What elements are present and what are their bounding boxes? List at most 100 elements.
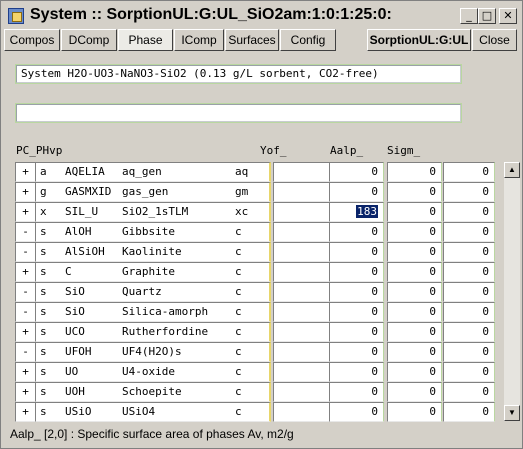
sigm-cell[interactable]: 0 xyxy=(387,322,442,342)
phase-toggle[interactable]: + xyxy=(15,362,35,382)
phase-toggle[interactable]: + xyxy=(15,182,35,202)
extra-cell[interactable]: 0 xyxy=(443,242,495,262)
minimize-button[interactable]: _ xyxy=(460,8,478,24)
phase-toggle[interactable]: - xyxy=(15,342,35,362)
table-row[interactable]: +sUOHSchoepitec0000 xyxy=(15,382,495,402)
aalp-cell[interactable]: 183 xyxy=(329,202,384,222)
phase-toggle[interactable]: + xyxy=(15,262,35,282)
sigm-cell[interactable]: 0 xyxy=(387,162,442,182)
extra-cell[interactable]: 0 xyxy=(443,322,495,342)
sigm-cell[interactable]: 0 xyxy=(387,262,442,282)
extra-cell[interactable]: 0 xyxy=(443,342,495,362)
sigm-cell[interactable]: 0 xyxy=(387,282,442,302)
phase-name-cell[interactable]: s SiO Quartz c xyxy=(35,282,271,302)
extra-cell[interactable]: 0 xyxy=(443,202,495,222)
phase-name-cell[interactable]: s C Graphite c xyxy=(35,262,271,282)
aalp-cell[interactable]: 0 xyxy=(329,362,384,382)
phase-name-cell[interactable]: s UCO Rutherfordine c xyxy=(35,322,271,342)
table-row[interactable]: -sSiOQuartzc0000 xyxy=(15,282,495,302)
phase-toggle[interactable]: + xyxy=(15,382,35,402)
phase-toggle[interactable]: + xyxy=(15,402,35,422)
phase-toggle[interactable]: + xyxy=(15,162,35,182)
compos-button[interactable]: Compos xyxy=(4,29,60,51)
phase-name-cell[interactable]: s UO U4-oxide c xyxy=(35,362,271,382)
aalp-cell[interactable]: 0 xyxy=(329,402,384,422)
aalp-cell[interactable]: 0 xyxy=(329,382,384,402)
aalp-cell[interactable]: 0 xyxy=(329,182,384,202)
phase-name-cell[interactable]: s AlSiOH Kaolinite c xyxy=(35,242,271,262)
phase-name-cell[interactable]: g GASMXID gas_gen gm xyxy=(35,182,271,202)
phase-toggle[interactable]: - xyxy=(15,222,35,242)
extra-cell[interactable]: 0 xyxy=(443,262,495,282)
phase-name-cell[interactable]: a AQELIA aq_gen aq xyxy=(35,162,271,182)
comment-field[interactable] xyxy=(15,103,462,123)
aalp-cell[interactable]: 0 xyxy=(329,342,384,362)
phase-code: g xyxy=(40,185,47,198)
close-window-button[interactable]: ✕ xyxy=(499,8,517,24)
aalp-cell[interactable]: 0 xyxy=(329,162,384,182)
phase-key: C xyxy=(65,265,72,278)
phase-name-cell[interactable]: x SIL_U SiO2_1sTLM xc xyxy=(35,202,271,222)
table-row[interactable]: -sAlOHGibbsitec0000 xyxy=(15,222,495,242)
table-row[interactable]: +xSIL_USiO2_1sTLMxc018300 xyxy=(15,202,495,222)
sigm-cell[interactable]: 0 xyxy=(387,222,442,242)
close-button[interactable]: Close xyxy=(472,29,517,51)
config-button[interactable]: Config xyxy=(280,29,336,51)
description-field[interactable]: System H2O-UO3-NaNO3-SiO2 (0.13 g/L sorb… xyxy=(15,64,462,84)
sigm-cell[interactable]: 0 xyxy=(387,242,442,262)
phase-key: SIL_U xyxy=(65,205,99,218)
aalp-cell[interactable]: 0 xyxy=(329,322,384,342)
table-row[interactable]: -sUFOHUF4(H2O)sc0000 xyxy=(15,342,495,362)
extra-cell[interactable]: 0 xyxy=(443,382,495,402)
aalp-value: 0 xyxy=(371,165,378,178)
maximize-button[interactable]: □ xyxy=(478,8,496,24)
sigm-cell[interactable]: 0 xyxy=(387,402,442,422)
dcomp-button[interactable]: DComp xyxy=(61,29,117,51)
phase-toggle[interactable]: + xyxy=(15,202,35,222)
scroll-down-icon[interactable]: ▼ xyxy=(504,405,520,421)
extra-cell[interactable]: 0 xyxy=(443,302,495,322)
sigm-cell[interactable]: 0 xyxy=(387,382,442,402)
table-row[interactable]: +aAQELIAaq_genaq0000 xyxy=(15,162,495,182)
table-row[interactable]: +sUOU4-oxidec0000 xyxy=(15,362,495,382)
aalp-cell[interactable]: 0 xyxy=(329,302,384,322)
table-row[interactable]: -sSiOSilica-amorphc0000 xyxy=(15,302,495,322)
sigm-cell[interactable]: 0 xyxy=(387,362,442,382)
icomp-button[interactable]: IComp xyxy=(174,29,224,51)
phase-toggle[interactable]: + xyxy=(15,322,35,342)
aalp-cell[interactable]: 0 xyxy=(329,222,384,242)
table-row[interactable]: +sCGraphitec0000 xyxy=(15,262,495,282)
sigm-cell[interactable]: 0 xyxy=(387,302,442,322)
aalp-cell[interactable]: 0 xyxy=(329,282,384,302)
table-row[interactable]: +gGASMXIDgas_gengm0000 xyxy=(15,182,495,202)
phase-name-cell[interactable]: s UFOH UF4(H2O)s c xyxy=(35,342,271,362)
table-row[interactable]: -sAlSiOHKaolinitec0000 xyxy=(15,242,495,262)
table-row[interactable]: +sUCORutherfordinec0000 xyxy=(15,322,495,342)
phase-name-cell[interactable]: s AlOH Gibbsite c xyxy=(35,222,271,242)
phase-toggle[interactable]: - xyxy=(15,242,35,262)
extra-cell[interactable]: 0 xyxy=(443,182,495,202)
table-row[interactable]: +sUSiOUSiO4c0000 xyxy=(15,402,495,422)
sigm-cell[interactable]: 0 xyxy=(387,182,442,202)
aalp-cell[interactable]: 0 xyxy=(329,242,384,262)
extra-cell[interactable]: 0 xyxy=(443,362,495,382)
scroll-up-icon[interactable]: ▲ xyxy=(504,162,520,178)
phase-toggle[interactable]: - xyxy=(15,282,35,302)
aalp-cell[interactable]: 0 xyxy=(329,262,384,282)
extra-cell[interactable]: 0 xyxy=(443,222,495,242)
extra-cell[interactable]: 0 xyxy=(443,282,495,302)
phase-button[interactable]: Phase xyxy=(118,29,173,51)
toolbar: Compos DComp Phase IComp Surfaces Config… xyxy=(3,28,520,53)
phase-name-cell[interactable]: s SiO Silica-amorph c xyxy=(35,302,271,322)
phase-name-cell[interactable]: s UOH Schoepite c xyxy=(35,382,271,402)
title-bar[interactable]: System :: SorptionUL:G:UL_SiO2am:1:0:1:2… xyxy=(3,3,520,28)
phase-toggle[interactable]: - xyxy=(15,302,35,322)
phase-name-cell[interactable]: s USiO USiO4 c xyxy=(35,402,271,422)
sigm-cell[interactable]: 0 xyxy=(387,202,442,222)
record-key-field[interactable]: SorptionUL:G:UL xyxy=(367,29,471,51)
surfaces-button[interactable]: Surfaces xyxy=(225,29,279,51)
extra-cell[interactable]: 0 xyxy=(443,402,495,422)
sigm-cell[interactable]: 0 xyxy=(387,342,442,362)
vertical-scrollbar[interactable]: ▲ ▼ xyxy=(504,162,520,421)
extra-cell[interactable]: 0 xyxy=(443,162,495,182)
